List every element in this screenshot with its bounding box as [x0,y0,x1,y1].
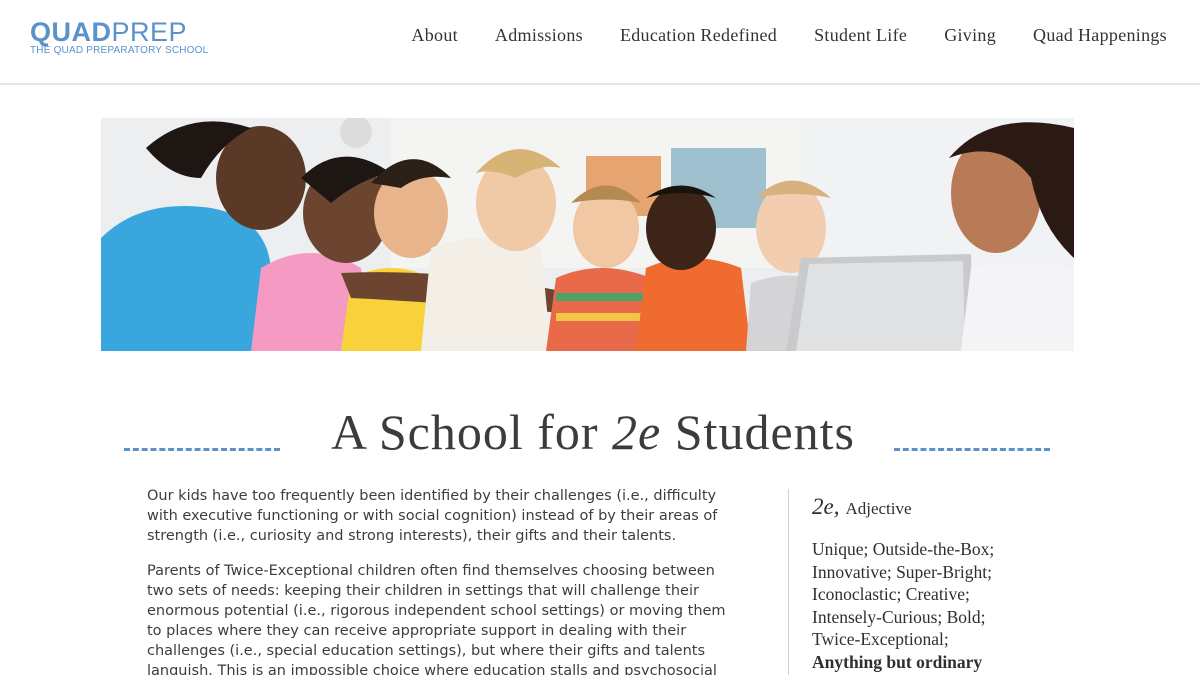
page-title: A School for 2e Students [100,400,1086,464]
title-part2: Students [661,404,855,460]
title-emphasis: 2e [612,404,662,460]
nav-about[interactable]: About [411,25,458,46]
logo-wordmark: QUADPREP [30,18,208,46]
nav-giving[interactable]: Giving [944,25,996,46]
site-header: QUADPREP THE QUAD PREPARATORY SCHOOL Abo… [0,0,1200,85]
definition-line: Iconoclastic; Creative; [812,584,970,604]
logo-prep: PREP [111,17,188,47]
section-title-row: A School for 2e Students [100,400,1100,464]
nav-education-redefined[interactable]: Education Redefined [620,25,777,46]
body-paragraph: Our kids have too frequently been identi… [147,488,718,544]
dotted-divider-right [894,448,1050,451]
logo[interactable]: QUADPREP THE QUAD PREPARATORY SCHOOL [30,18,208,57]
body-paragraph: Parents of Twice-Exceptional children of… [147,563,726,675]
definition-box: 2e, Adjective Unique; Outside-the-Box; In… [812,492,1072,673]
definition-part-of-speech: Adjective [845,499,912,518]
main-nav: About Admissions Education Redefined Stu… [411,25,1167,46]
nav-admissions[interactable]: Admissions [495,25,583,46]
definition-line: Unique; Outside-the-Box; [812,539,995,559]
column-divider [788,489,789,675]
definition-line: Innovative; Super-Bright; [812,561,992,582]
body-text: Our kids have too frequently been identi… [147,486,737,675]
classroom-photo-icon [101,118,1074,351]
definition-line: Intensely-Curious; Bold; [812,606,986,627]
definition-line: Twice-Exceptional; [812,629,949,649]
nav-quad-happenings[interactable]: Quad Happenings [1033,25,1167,46]
logo-quad: QUAD [30,17,112,47]
definition-final-line: Anything but ordinary [812,651,983,672]
definition-lines: Unique; Outside-the-Box; Innovative; Sup… [812,538,1072,673]
definition-heading: 2e, Adjective [812,492,1072,524]
definition-term: 2e, [812,494,840,519]
logo-subtitle: THE QUAD PREPARATORY SCHOOL [30,45,209,56]
title-part1: A School for [331,404,613,460]
nav-student-life[interactable]: Student Life [814,25,907,46]
hero-image [101,118,1074,351]
